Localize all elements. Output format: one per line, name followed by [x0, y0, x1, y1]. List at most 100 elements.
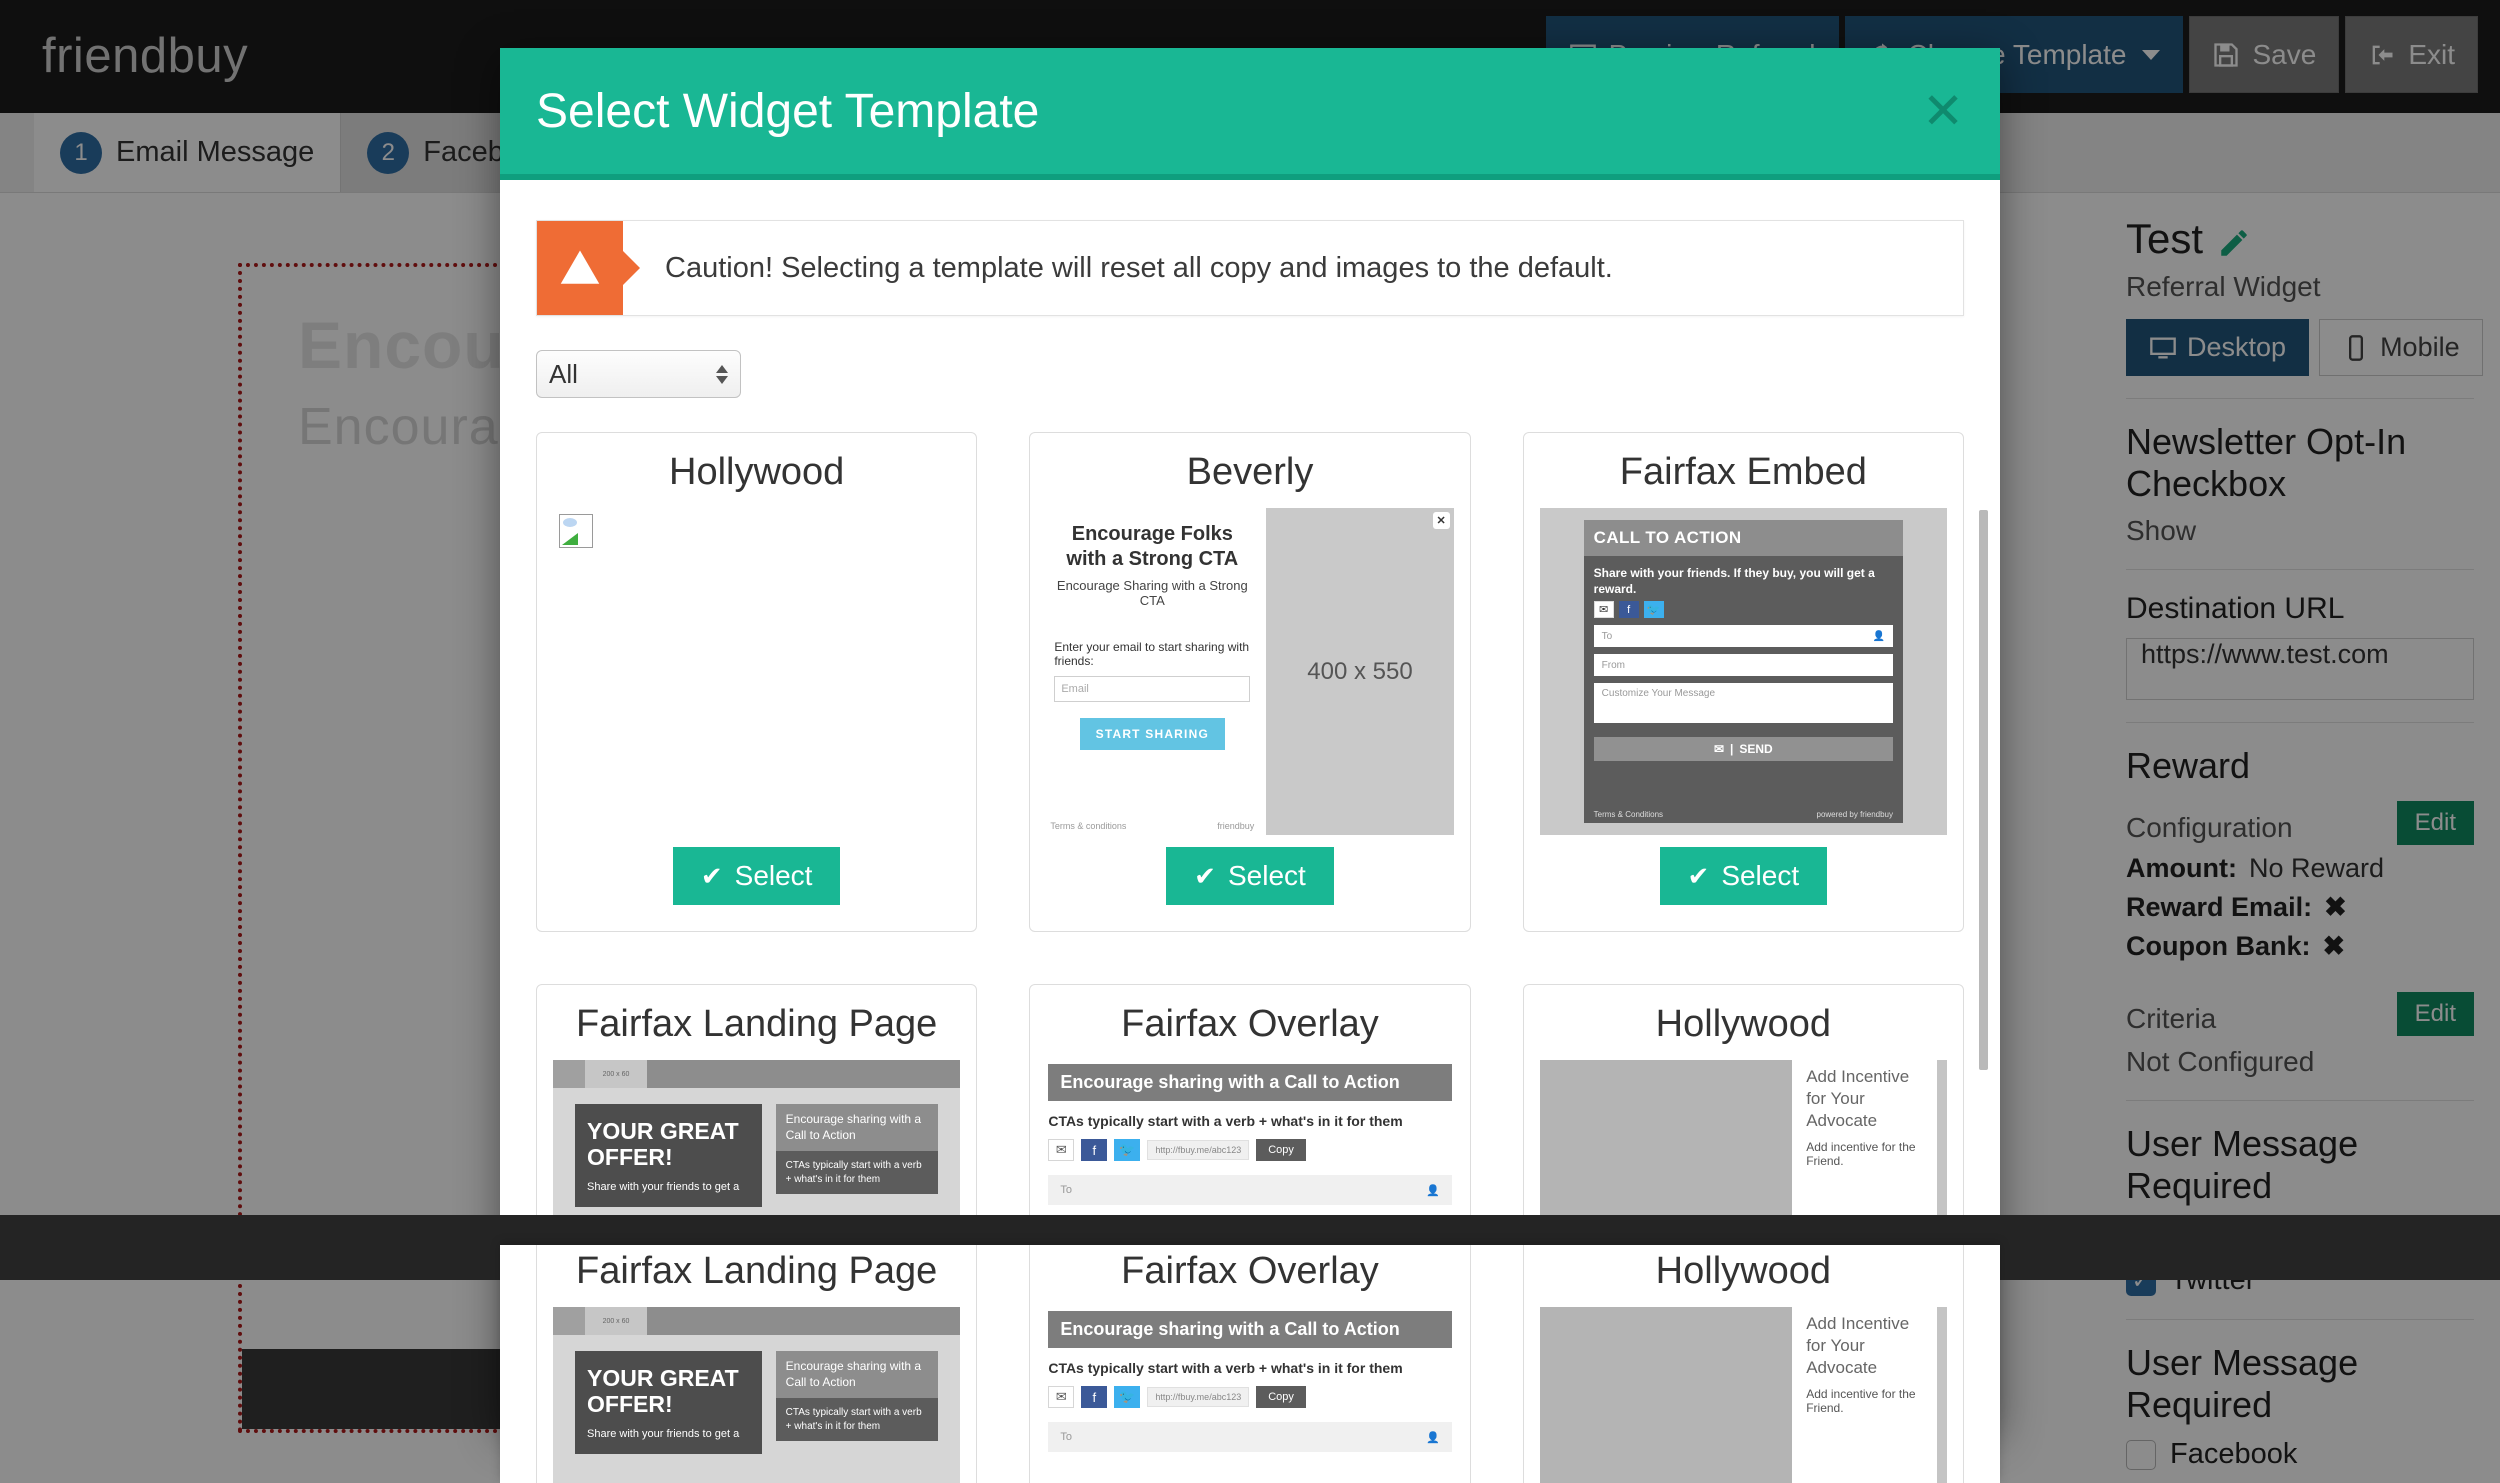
beverly-terms: Terms & conditions [1050, 821, 1127, 831]
ffe-terms: Terms & Conditions [1593, 810, 1664, 819]
template-card-title: Hollywood [1655, 1250, 1831, 1292]
broken-image-icon [559, 514, 593, 548]
twitter-icon: 🐦 [1643, 601, 1664, 619]
template-card-title: Beverly [1186, 451, 1314, 493]
ffe-send-label: SEND [1739, 742, 1773, 757]
template-filter-select[interactable]: All [536, 350, 741, 398]
select-button-label: Select [1721, 860, 1800, 891]
check-icon: ✔ [1687, 860, 1710, 891]
facebook-icon: f [1081, 1139, 1108, 1161]
fov-cta-header: Encourage sharing with a Call to Action [1048, 1311, 1452, 1348]
select-button-label: Select [734, 860, 813, 891]
fov-copy-button: Copy [1256, 1139, 1306, 1161]
flp-cta-body: CTAs typically start with a verb + what'… [775, 1151, 939, 1195]
facebook-icon: f [1081, 1386, 1108, 1408]
template-thumbnail: Encourage Folks with a Strong CTA Encour… [1046, 508, 1454, 835]
template-thumbnail: 200 x 60 YOUR GREAT OFFER! Share with yo… [553, 1307, 961, 1483]
caution-alert-text: Caution! Selecting a template will reset… [665, 251, 1613, 284]
flp-logo-dims: 200 x 60 [585, 1307, 647, 1335]
template-card-fairfax-embed[interactable]: Fairfax Embed CALL TO ACTION Share with … [1522, 432, 1964, 932]
render-artifact-duplicate-row: Fairfax Landing Page 200 x 60 YOUR GREAT… [500, 1245, 2000, 1483]
template-filter-value: All [549, 358, 578, 389]
contacts-icon: 👤 [1425, 1184, 1440, 1197]
hollywood-friend-text: Add incentive for the Friend. [1806, 1387, 1916, 1416]
select-button[interactable]: ✔ Select [1166, 847, 1334, 905]
fov-field-to: To [1060, 1431, 1072, 1443]
beverly-cta-button: START SHARING [1079, 718, 1225, 750]
fov-share-url: http://fbuy.me/abc123 [1147, 1387, 1250, 1407]
beverly-prompt: Enter your email to start sharing with f… [1054, 640, 1250, 668]
facebook-icon: f [1618, 601, 1639, 619]
ffe-field-message: Customize Your Message [1601, 688, 1716, 700]
flp-logo-dims: 200 x 60 [585, 1060, 647, 1088]
hollywood-main-image: MAIN IMAGE (1442 X1082px) [1539, 1307, 1793, 1483]
check-icon: ✔ [1194, 860, 1216, 891]
template-card-title: Fairfax Landing Page [576, 1003, 938, 1045]
contacts-icon: 👤 [1425, 1431, 1440, 1444]
template-card-hollywood[interactable]: Hollywood ✔ Select [536, 432, 978, 932]
email-icon: ✉ [1048, 1139, 1075, 1161]
ghost-card-fairfax-landing-page: Fairfax Landing Page 200 x 60 YOUR GREAT… [536, 1245, 978, 1483]
hollywood-friend-text: Add incentive for the Friend. [1806, 1140, 1916, 1169]
contacts-icon: 👤 [1872, 630, 1885, 642]
modal-header: Select Widget Template ✕ [500, 48, 2000, 180]
envelope-icon: ✉ [1713, 742, 1724, 757]
flp-offer-sub: Share with your friends to get a [587, 1427, 740, 1440]
fov-cta-header: Encourage sharing with a Call to Action [1048, 1064, 1452, 1101]
ffe-powered: powered by friendbuy [1816, 810, 1894, 819]
close-icon[interactable]: ✕ [1922, 86, 1964, 136]
beverly-headline: Encourage Folks with a Strong CTA [1066, 523, 1239, 570]
fov-cta-body: CTAs typically start with a verb + what'… [1048, 1360, 1403, 1376]
template-thumbnail [553, 508, 960, 835]
twitter-icon: 🐦 [1114, 1139, 1141, 1161]
template-card-title: Fairfax Embed [1619, 451, 1867, 493]
hollywood-advocate-heading: Add Incentive for Your Advocate [1806, 1067, 1910, 1131]
select-button[interactable]: ✔ Select [1659, 847, 1828, 905]
ffe-body: Share with your friends. If they buy, yo… [1593, 566, 1875, 597]
email-icon: ✉ [1593, 601, 1614, 619]
template-card-title: Fairfax Landing Page [576, 1250, 938, 1292]
beverly-image-dims: 400 x 550 [1307, 657, 1413, 685]
close-x-icon: ✕ [1432, 512, 1450, 529]
warning-triangle-icon [537, 221, 623, 315]
modal-title: Select Widget Template [536, 84, 1040, 138]
template-thumbnail: MAIN IMAGE (1442 X1082px) Add Incentive … [1539, 1307, 1947, 1483]
caution-alert: Caution! Selecting a template will reset… [536, 220, 1964, 316]
check-icon: ✔ [700, 860, 723, 891]
fov-cta-body: CTAs typically start with a verb + what'… [1048, 1113, 1403, 1129]
flp-cta-header: Encourage sharing with a Call to Action [775, 1351, 939, 1399]
template-filter-wrap: All [536, 350, 1964, 398]
flp-cta-body: CTAs typically start with a verb + what'… [775, 1398, 939, 1442]
beverly-subheadline: Encourage Sharing with a Strong CTA [1056, 578, 1248, 608]
flp-offer-title: YOUR GREAT OFFER! [587, 1365, 739, 1418]
ffe-field-to: To [1601, 630, 1613, 642]
thumbnail-scrollbar [1937, 1307, 1947, 1483]
ghost-card-hollywood-2: Hollywood MAIN IMAGE (1442 X1082px) Add … [1522, 1245, 1964, 1483]
template-thumbnail: CALL TO ACTION Share with your friends. … [1539, 508, 1947, 835]
beverly-email-input: Email [1054, 676, 1251, 702]
template-card-title: Hollywood [1655, 1003, 1831, 1045]
flp-offer-title: YOUR GREAT OFFER! [587, 1118, 739, 1171]
template-card-title: Hollywood [669, 451, 845, 493]
template-card-beverly[interactable]: Beverly Encourage Folks with a Strong CT… [1029, 432, 1471, 932]
select-button[interactable]: ✔ Select [672, 847, 841, 905]
flp-cta-header: Encourage sharing with a Call to Action [775, 1104, 939, 1152]
ghost-card-fairfax-overlay: Fairfax Overlay Encourage sharing with a… [1029, 1245, 1471, 1483]
template-card-title: Fairfax Overlay [1121, 1250, 1379, 1292]
template-thumbnail: Encourage sharing with a Call to Action … [1046, 1307, 1453, 1483]
select-button-label: Select [1227, 860, 1306, 891]
template-card-title: Fairfax Overlay [1121, 1003, 1379, 1045]
fov-share-url: http://fbuy.me/abc123 [1147, 1140, 1250, 1160]
fov-copy-button: Copy [1256, 1386, 1306, 1408]
flp-offer-sub: Share with your friends to get a [587, 1180, 740, 1193]
hollywood-advocate-heading: Add Incentive for Your Advocate [1806, 1314, 1910, 1378]
fov-field-to: To [1060, 1184, 1072, 1196]
scrollbar-thumb[interactable] [1979, 510, 1988, 1070]
ffe-cta-header: CALL TO ACTION [1583, 520, 1903, 556]
beverly-brand: friendbuy [1217, 821, 1255, 831]
ffe-field-from: From [1601, 659, 1625, 671]
twitter-icon: 🐦 [1114, 1386, 1141, 1408]
spinner-arrows-icon [716, 364, 728, 384]
email-icon: ✉ [1048, 1386, 1075, 1408]
beverly-image-placeholder: ✕ 400 x 550 [1266, 508, 1454, 835]
